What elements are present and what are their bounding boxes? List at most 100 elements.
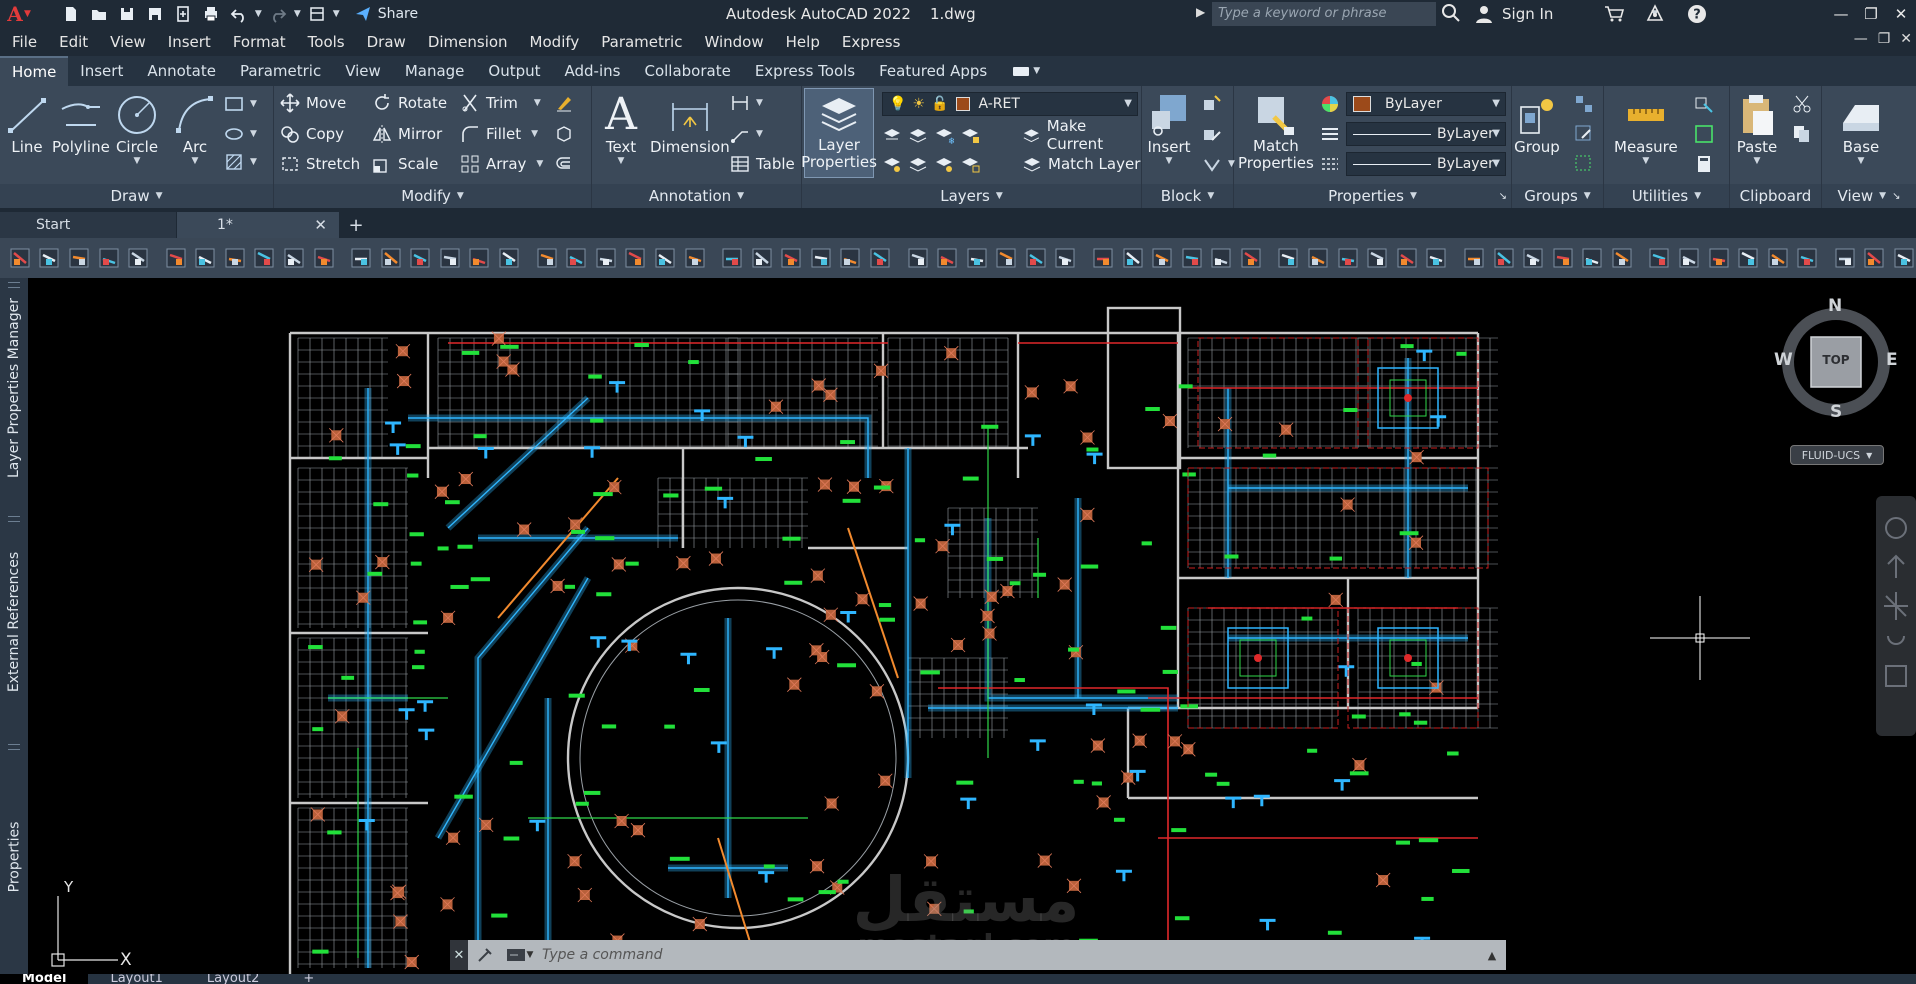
toolbar-tool-icon[interactable] [67,245,91,271]
toolbar-tool-icon[interactable] [349,245,373,271]
toolbar-tool-icon[interactable] [1677,245,1701,271]
viewcube[interactable]: N S E W TOP [1774,296,1898,430]
customize-qat-dropdown-icon[interactable]: ▼ [333,9,340,19]
edit-block-button[interactable] [1202,122,1222,146]
toolbar-tool-icon[interactable] [1024,245,1048,271]
toolbar-tool-icon[interactable] [468,245,492,271]
toolbar-tool-icon[interactable] [38,245,62,271]
autodesk-app-store-icon[interactable] [1644,4,1666,24]
search-expand-icon[interactable]: ▶ [1196,5,1205,19]
external-references-palette[interactable]: External References [0,522,28,722]
toolbar-tool-icon[interactable] [1766,245,1790,271]
hatch-button[interactable]: ▼ [224,122,257,146]
pan-icon[interactable] [1887,554,1905,578]
ribbon-minimize-toggle[interactable]: ▼ [1013,56,1040,86]
toolbar-tool-icon[interactable] [1277,245,1301,271]
tab-home[interactable]: Home [0,56,69,86]
doc-restore-icon[interactable]: ❐ [1878,31,1891,47]
tab-output[interactable]: Output [476,56,552,86]
toolbar-tool-icon[interactable] [1180,245,1204,271]
explode-button[interactable] [554,122,574,146]
toolbar-tool-icon[interactable] [1863,245,1887,271]
undo-icon[interactable] [227,3,251,25]
workspace-icon[interactable] [305,3,329,25]
menu-window[interactable]: Window [693,33,774,51]
tab-insert[interactable]: Insert [68,56,135,86]
layer-on-all-icon[interactable] [882,154,902,174]
insert-button[interactable]: Insert ▼ [1146,92,1192,166]
tab-layout1[interactable]: Layout1 [88,974,184,984]
lineweight-icon-button[interactable] [1320,122,1340,146]
properties-launcher-icon[interactable]: ↘ [1499,191,1507,202]
layer-isolate-icon[interactable] [908,125,928,145]
toolbar-tool-icon[interactable] [683,245,707,271]
toolbar-tool-icon[interactable] [126,245,150,271]
minimize-icon[interactable]: — [1826,0,1856,28]
tab-parametric[interactable]: Parametric [228,56,333,86]
layer-dropdown[interactable]: 💡 ☀ 🔓 A-RET ▼ [882,92,1138,116]
open-folder-icon[interactable] [87,3,111,25]
app-menu-dropdown-icon[interactable]: ▼ [24,9,31,19]
share-button[interactable]: Share [354,5,418,23]
toolbar-tool-icon[interactable] [1395,245,1419,271]
toolbar-tool-icon[interactable] [906,245,930,271]
menu-dimension[interactable]: Dimension [417,33,519,51]
toolbar-tool-icon[interactable] [1121,245,1145,271]
toolbar-tool-icon[interactable] [1707,245,1731,271]
quick-select-button[interactable] [1694,92,1714,116]
copy-button[interactable]: Copy [280,122,344,146]
restore-icon[interactable]: ❐ [1856,0,1886,28]
toolbar-tool-icon[interactable] [1736,245,1760,271]
mirror-button[interactable]: Mirror [372,122,442,146]
table-button[interactable]: Table [730,152,795,176]
properties-panel-title[interactable]: Properties ▼ ↘ [1234,184,1511,208]
group-edit-button[interactable] [1574,122,1594,146]
doc-minimize-icon[interactable]: — [1854,31,1868,47]
layer-freeze-icon[interactable]: ❄ [934,125,954,145]
command-line-close-icon[interactable]: ✕ [450,940,468,970]
linetype-dropdown[interactable]: ByLayer ▼ [1346,152,1506,176]
rectangle-button[interactable]: ▼ [224,92,257,116]
calculator-button[interactable] [1694,152,1714,176]
toolbar-tool-icon[interactable] [1425,245,1449,271]
layer-properties-button[interactable]: Layer Properties [801,88,877,178]
steering-wheel-icon[interactable] [1885,517,1907,539]
arc-button[interactable]: Arc ▼ [172,92,218,166]
tab-annotate[interactable]: Annotate [135,56,228,86]
toolbar-tool-icon[interactable] [1892,245,1916,271]
utilities-panel-title[interactable]: Utilities ▼ [1604,184,1729,208]
group-button[interactable]: Group [1514,92,1560,156]
toolbar-tool-icon[interactable] [1833,245,1857,271]
menu-view[interactable]: View [99,33,157,51]
toolbar-tool-icon[interactable] [1306,245,1330,271]
make-current-button[interactable]: Make Current [1022,117,1141,153]
toolbar-tool-icon[interactable] [1150,245,1174,271]
toolbar-tool-icon[interactable] [965,245,989,271]
ungroup-button[interactable] [1574,92,1594,116]
toolbar-tool-icon[interactable] [1054,245,1078,271]
toolbar-tool-icon[interactable] [750,245,774,271]
toolbar-tool-icon[interactable] [720,245,744,271]
menu-parametric[interactable]: Parametric [590,33,693,51]
menu-tools[interactable]: Tools [297,33,356,51]
ucs-menu-button[interactable]: FLUID-UCS ▼ [1790,445,1884,465]
toolbar-tool-icon[interactable] [193,245,217,271]
toolbar-tool-icon[interactable] [1551,245,1575,271]
hatch-pattern-button[interactable]: ▼ [224,150,257,174]
color-dropdown[interactable]: ByLayer ▼ [1346,92,1506,116]
array-button[interactable]: Array ▼ [460,152,543,176]
layers-panel-title[interactable]: Layers ▼ [802,184,1141,208]
toolbar-tool-icon[interactable] [1521,245,1545,271]
menu-modify[interactable]: Modify [519,33,591,51]
menu-file[interactable]: File [0,33,48,51]
redo-icon[interactable] [266,3,290,25]
circle-button[interactable]: Circle ▼ [114,92,160,166]
toolbar-tool-icon[interactable] [839,245,863,271]
close-icon[interactable]: ✕ [1886,0,1916,28]
save-icon[interactable] [115,3,139,25]
move-button[interactable]: Move [280,91,346,115]
command-expand-icon[interactable]: ▲ [1478,949,1506,962]
edit-attributes-button[interactable]: ▼ [1202,152,1235,176]
offset-button[interactable] [554,152,574,176]
toolbar-tool-icon[interactable] [438,245,462,271]
